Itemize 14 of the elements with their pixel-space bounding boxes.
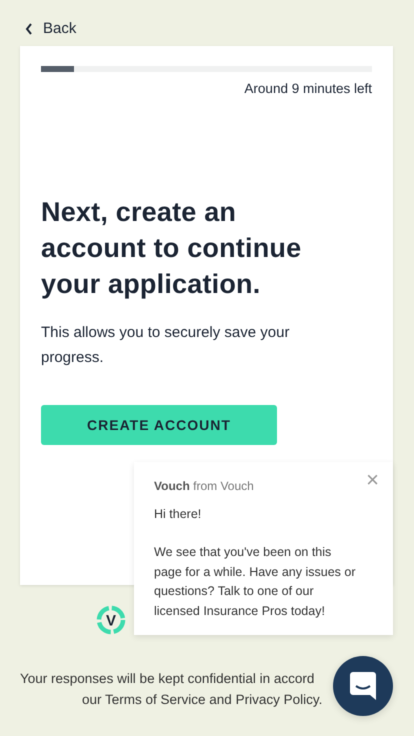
- create-account-button[interactable]: CREATE ACCOUNT: [41, 405, 277, 445]
- logo-icon: V: [96, 605, 126, 635]
- sender-label: Vouch from Vouch: [154, 478, 255, 495]
- chevron-left-icon: [25, 22, 33, 34]
- description: This allows you to securely save your progress.: [41, 323, 290, 368]
- chat-icon: [350, 672, 376, 700]
- back-button[interactable]: Back: [20, 18, 82, 39]
- time-remaining: Around 9 minutes left: [243, 81, 372, 96]
- greeting: Hi there!: [154, 506, 202, 522]
- chat-button[interactable]: [333, 656, 393, 716]
- footer-text: Your responses will be kept confidential in accord: [20, 670, 314, 688]
- heading: Next, create an account to continue your application.: [41, 196, 302, 301]
- footer-text: our Terms of Service and Privacy Policy.: [82, 691, 322, 709]
- chat-message: We see that you've been on this page for a while. Have any issues or questions? Talk to one of our licensed Insurance Pros today!: [154, 544, 356, 620]
